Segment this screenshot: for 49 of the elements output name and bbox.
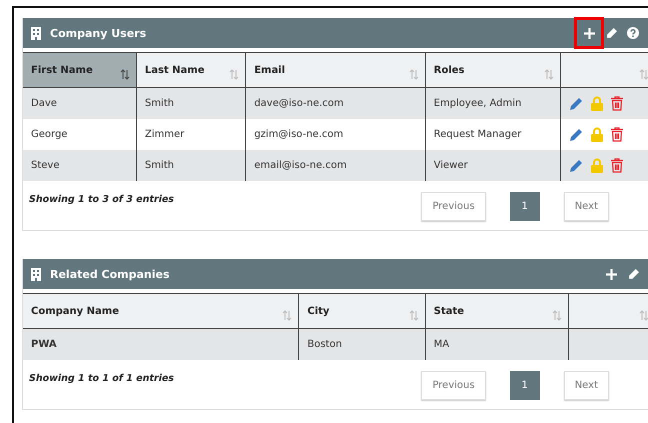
table-cell: gzim@iso-ne.com: [246, 119, 426, 150]
column-header[interactable]: Last Name: [136, 52, 246, 88]
trash-icon[interactable]: [611, 127, 624, 142]
sort-icon[interactable]: [120, 69, 130, 80]
highlight-frame: [574, 17, 604, 49]
edit-icon[interactable]: [606, 28, 616, 38]
table-cell: Steve: [23, 150, 136, 181]
table-cell: Zimmer: [136, 119, 246, 150]
previous-button[interactable]: Previous: [421, 192, 486, 221]
next-button[interactable]: Next: [564, 371, 609, 400]
add-icon[interactable]: [584, 28, 594, 38]
column-header[interactable]: Roles: [425, 52, 561, 88]
table-cell: Viewer: [425, 150, 561, 181]
next-button[interactable]: Next: [564, 192, 609, 221]
edit-icon[interactable]: [569, 96, 584, 110]
table-cell: Smith: [136, 150, 246, 181]
building-icon: [31, 26, 41, 40]
building-icon: [31, 268, 41, 280]
edit-icon[interactable]: [569, 128, 584, 142]
column-header[interactable]: Email: [246, 52, 426, 88]
page-button[interactable]: 1: [510, 192, 540, 221]
entries-info: Showing 1 to 1 of 1 entries: [29, 373, 175, 384]
panel-title: Company Users: [50, 26, 148, 40]
add-icon[interactable]: [606, 268, 616, 280]
table-cell: email@iso-ne.com: [246, 150, 426, 181]
previous-button[interactable]: Previous: [421, 371, 486, 400]
column-header[interactable]: [568, 294, 648, 328]
column-header[interactable]: Company Name: [23, 294, 299, 328]
edit-icon[interactable]: [628, 268, 638, 280]
table-cell: MA: [425, 328, 569, 360]
table-cell: Boston: [298, 328, 426, 360]
table-cell: Employee, Admin: [425, 88, 561, 119]
help-icon[interactable]: [627, 27, 639, 39]
page-button[interactable]: 1: [510, 371, 540, 400]
table-cell: Smith: [136, 88, 246, 119]
column-header[interactable]: State: [425, 294, 569, 328]
table-cell: Dave: [23, 88, 136, 119]
panel-title: Related Companies: [50, 268, 171, 280]
table-cell: Request Manager: [425, 119, 561, 150]
table-cell: dave@iso-ne.com: [246, 88, 426, 119]
trash-icon[interactable]: [611, 158, 624, 173]
table-cell: PWA: [23, 328, 299, 360]
column-header[interactable]: [560, 52, 648, 88]
table-cell: George: [23, 119, 136, 150]
edit-icon[interactable]: [569, 158, 584, 172]
column-header[interactable]: First Name: [23, 52, 136, 88]
column-header[interactable]: City: [298, 294, 426, 328]
entries-info: Showing 1 to 3 of 3 entries: [29, 194, 175, 205]
trash-icon[interactable]: [611, 96, 624, 111]
